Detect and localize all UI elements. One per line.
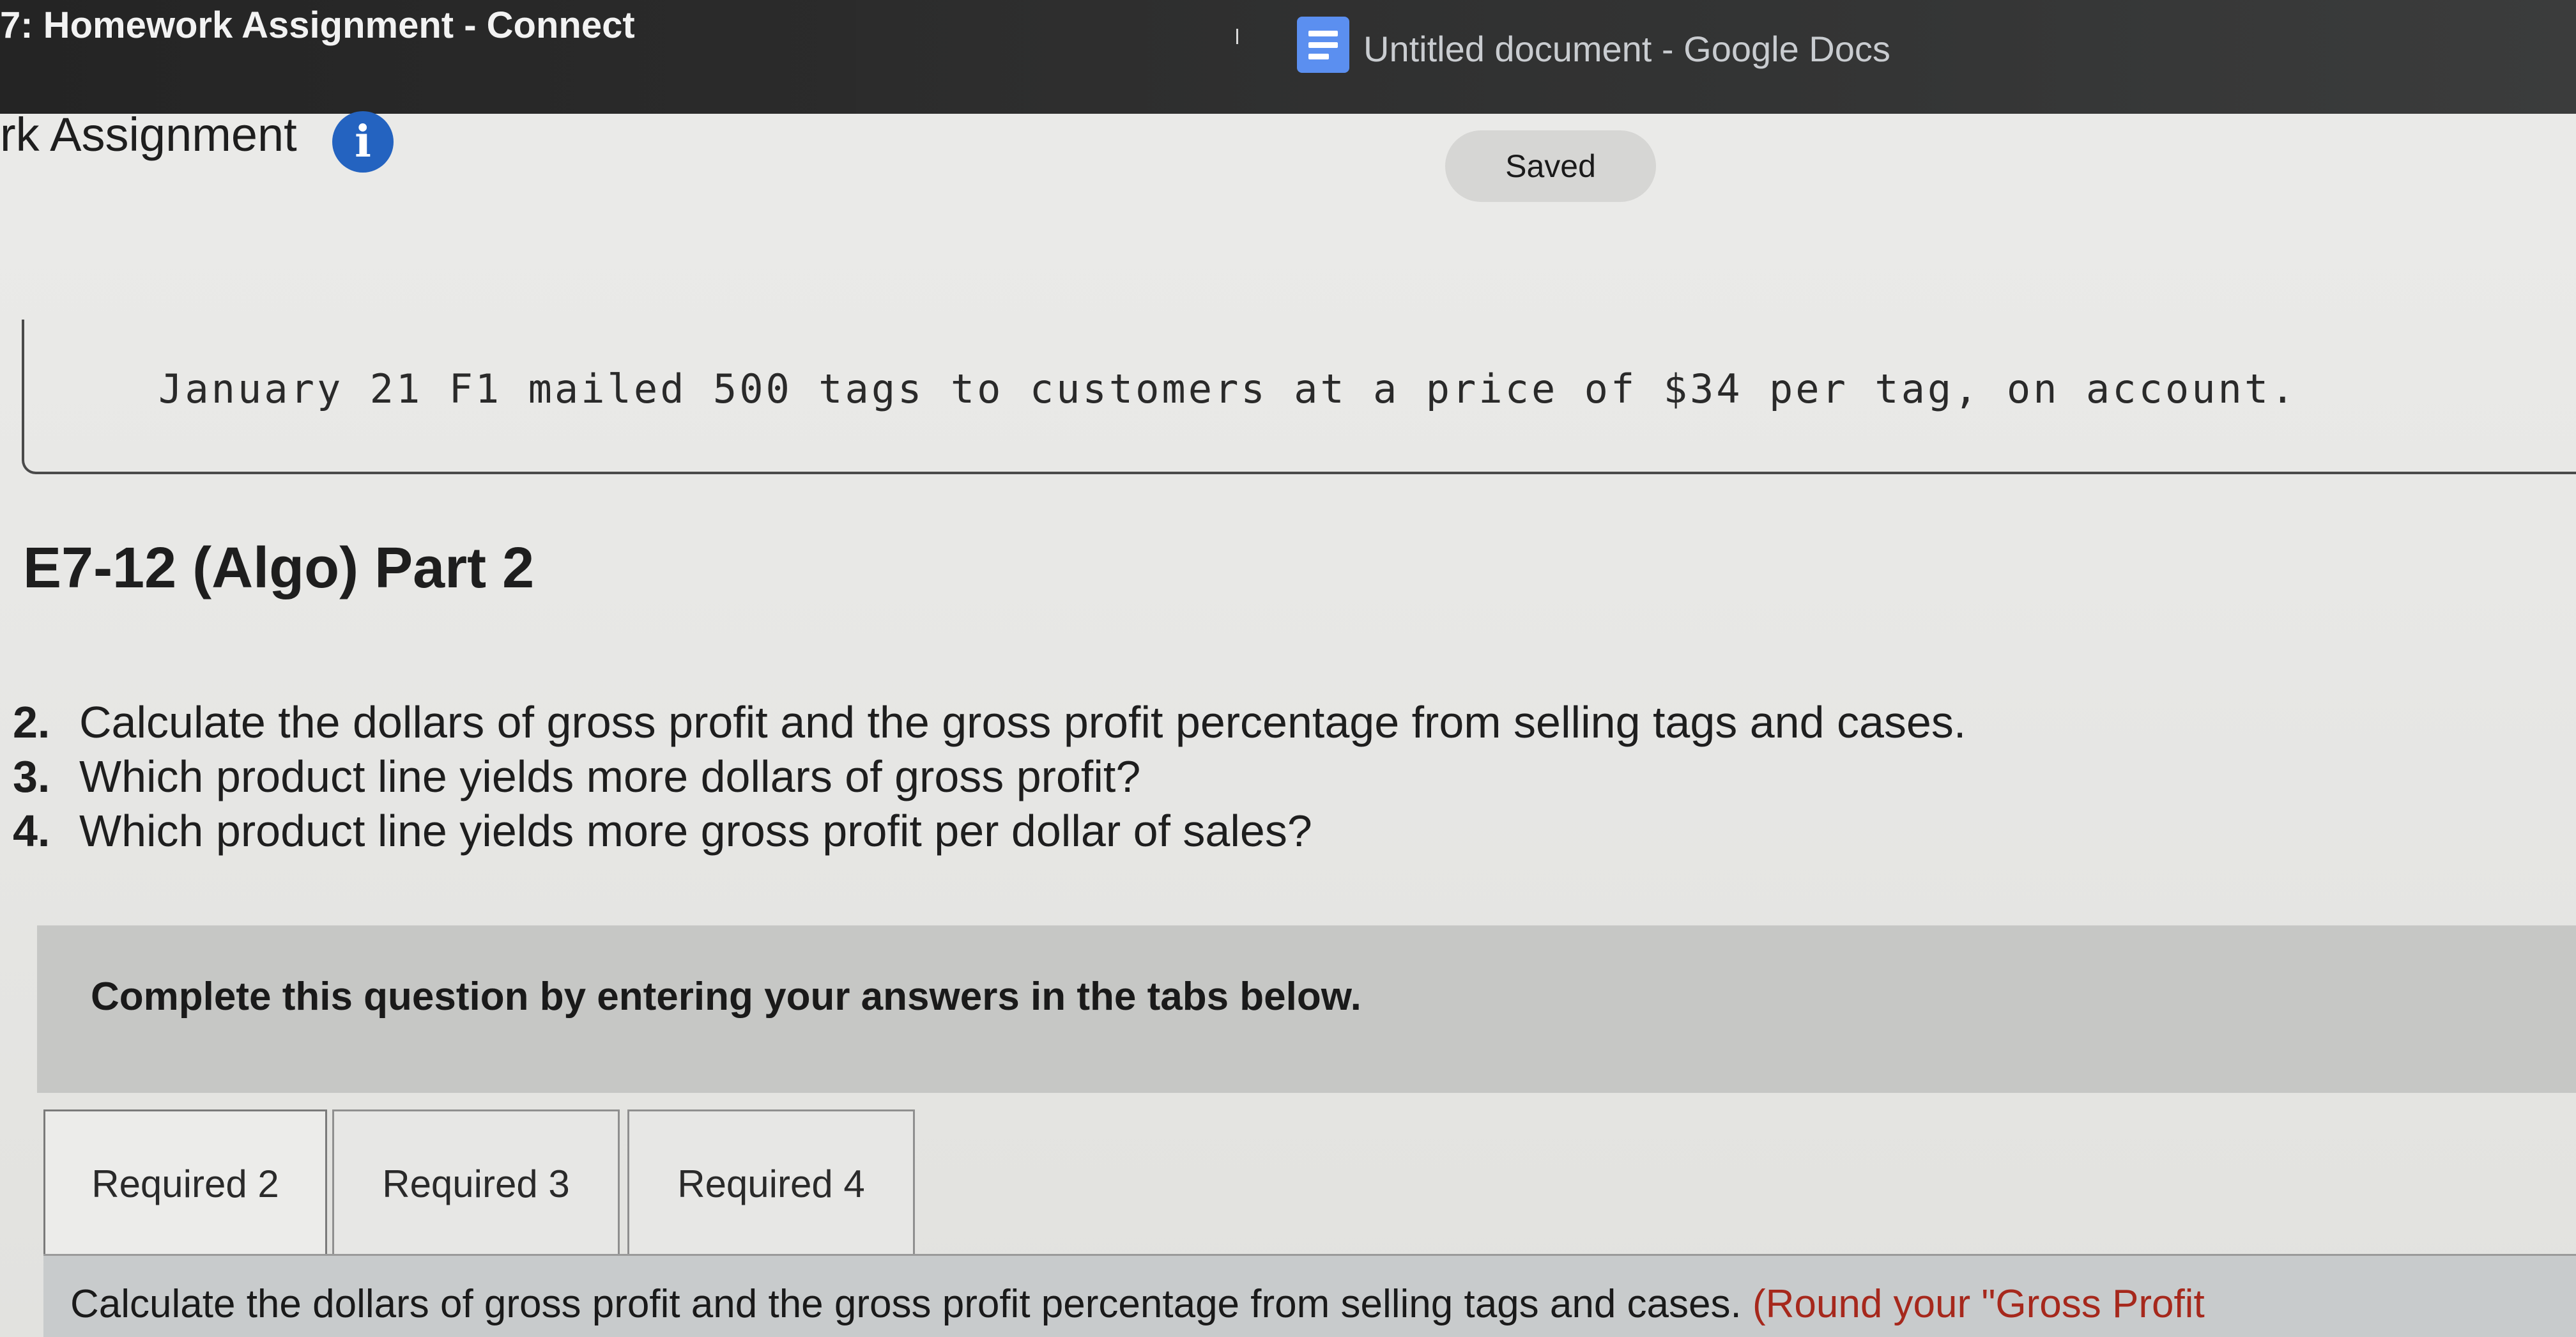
question-number: 4.: [13, 806, 50, 856]
question-number: 2.: [13, 697, 50, 747]
question-item: 2. Calculate the dollars of gross profit …: [13, 697, 1966, 751]
tab-required-3[interactable]: Required 3: [332, 1109, 620, 1257]
tab-required-4[interactable]: Required 4: [627, 1109, 915, 1257]
question-item: 4. Which product line yields more gross p…: [13, 805, 1966, 860]
assignment-title: rk Assignment: [0, 108, 297, 161]
question-text: Which product line yields more dollars o…: [79, 752, 1141, 801]
window-title-connect[interactable]: 7: Homework Assignment - Connect: [0, 4, 635, 47]
rounding-hint: (Round your "Gross Profit: [1752, 1282, 2205, 1326]
question-text: Which product line yields more gross pro…: [79, 806, 1312, 856]
instruction-text: Complete this question by entering your …: [91, 975, 1361, 1019]
google-docs-icon: [1297, 17, 1349, 73]
screen: 7: Homework Assignment - Connect Untitle…: [0, 0, 2576, 1337]
window-title-bar: 7: Homework Assignment - Connect Untitle…: [0, 0, 2576, 114]
problem-data-box: January 21 F1 mailed 500 tags to custome…: [22, 320, 2576, 474]
question-text: Calculate the dollars of gross profit an…: [79, 697, 1966, 747]
answer-panel: Calculate the dollars of gross profit an…: [43, 1256, 2576, 1337]
info-icon[interactable]: i: [332, 111, 394, 173]
answer-instructions: Calculate the dollars of gross profit an…: [70, 1281, 2205, 1327]
question-item: 3. Which product line yields more dollars…: [13, 751, 1966, 805]
tab-required-2[interactable]: Required 2: [43, 1109, 327, 1260]
question-list: 2. Calculate the dollars of gross profit …: [13, 697, 1966, 860]
section-title: E7-12 (Algo) Part 2: [23, 536, 535, 600]
docs-icon-line: [1308, 42, 1338, 48]
saved-status-badge: Saved: [1445, 130, 1656, 202]
titlebar-separator: [1236, 29, 1238, 44]
answer-prompt: Calculate the dollars of gross profit an…: [70, 1282, 1742, 1326]
window-title-google-docs[interactable]: Untitled document - Google Docs: [1363, 28, 1890, 70]
question-number: 3.: [13, 752, 50, 801]
docs-icon-line: [1308, 31, 1338, 36]
instruction-banner: Complete this question by entering your …: [37, 925, 2576, 1093]
docs-icon-line: [1308, 54, 1329, 59]
problem-data-line: January 21 F1 mailed 500 tags to custome…: [158, 366, 2297, 412]
